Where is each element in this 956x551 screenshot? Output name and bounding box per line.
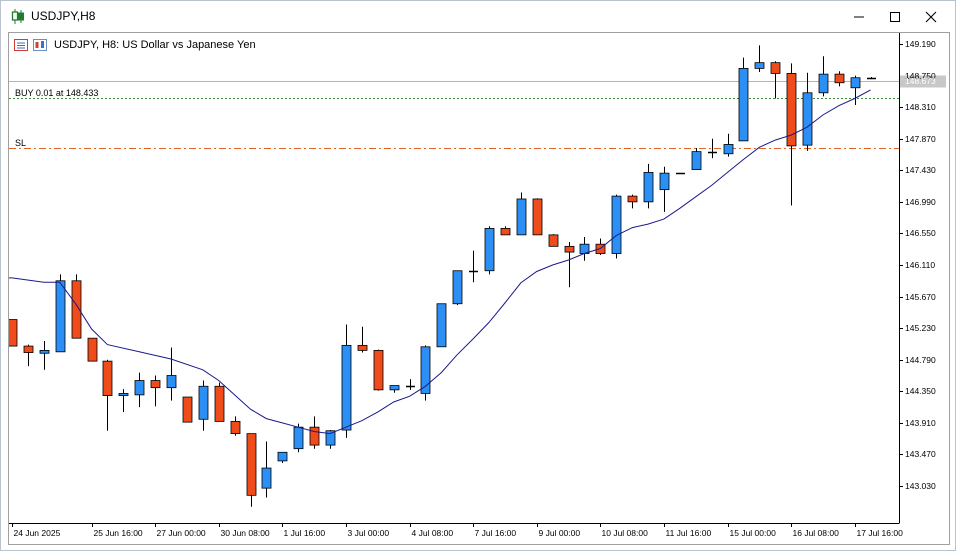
candle-bearish bbox=[23, 345, 34, 353]
candle-bearish bbox=[182, 396, 193, 423]
candle-bullish bbox=[452, 270, 463, 305]
candle-bullish bbox=[738, 67, 749, 142]
candle-bullish bbox=[723, 144, 734, 155]
candle-bearish bbox=[357, 344, 368, 351]
candle-bullish bbox=[818, 73, 829, 94]
symbol-properties-icon[interactable] bbox=[33, 39, 47, 51]
price-tick-label: 146.990 bbox=[905, 196, 936, 207]
price-tick-label: 143.470 bbox=[905, 448, 936, 459]
price-tick-label: 146.110 bbox=[905, 259, 936, 270]
candle-bullish bbox=[389, 385, 400, 391]
window-title: USDJPY,H8 bbox=[31, 9, 96, 23]
candle-bullish bbox=[166, 375, 177, 389]
maximize-icon bbox=[890, 11, 900, 22]
time-tick-label: 16 Jul 08:00 bbox=[792, 528, 839, 538]
time-tick-label: 9 Jul 00:00 bbox=[538, 528, 581, 538]
price-chart[interactable] bbox=[9, 33, 949, 544]
candle-bearish bbox=[500, 228, 511, 236]
time-tick-label: 3 Jul 00:00 bbox=[347, 528, 390, 538]
candle-bearish bbox=[834, 73, 845, 84]
minimize-button[interactable] bbox=[841, 1, 877, 32]
candle-bearish bbox=[214, 385, 225, 422]
close-icon bbox=[925, 11, 937, 22]
candle-bullish bbox=[261, 467, 272, 489]
candle-bullish bbox=[293, 426, 304, 450]
candle-bearish bbox=[9, 319, 18, 347]
candle-bullish bbox=[850, 77, 861, 89]
candle-bearish bbox=[309, 426, 320, 446]
time-tick-label: 15 Jul 00:00 bbox=[729, 528, 776, 538]
candle-bullish bbox=[659, 172, 670, 191]
price-tick-label: 147.870 bbox=[905, 133, 936, 144]
price-tick-label: 143.030 bbox=[905, 480, 936, 491]
terminal-window: USDJPY,H8 USDJPY, H8: US Dollar vs Japan… bbox=[0, 0, 956, 551]
candle-bullish bbox=[691, 151, 702, 170]
candle-bearish bbox=[102, 360, 113, 396]
candle-bearish bbox=[230, 421, 241, 435]
chart-area[interactable]: USDJPY, H8: US Dollar vs Japanese Yen BU… bbox=[8, 32, 950, 545]
price-tick-label: 148.310 bbox=[905, 101, 936, 112]
price-tick-label: 146.550 bbox=[905, 227, 936, 238]
minimize-icon bbox=[854, 16, 864, 17]
title-bar[interactable]: USDJPY,H8 bbox=[1, 1, 955, 32]
candle-bullish bbox=[436, 303, 447, 348]
time-tick-label: 30 Jun 08:00 bbox=[220, 528, 270, 538]
one-click-trading-icon[interactable] bbox=[14, 39, 28, 51]
candle-bullish bbox=[198, 385, 209, 420]
time-tick-label: 24 Jun 2025 bbox=[13, 528, 61, 538]
price-tick-label: 145.230 bbox=[905, 322, 936, 333]
price-tick-label: 149.190 bbox=[905, 38, 936, 49]
candle-bullish bbox=[611, 195, 622, 254]
candle-bullish bbox=[341, 344, 352, 431]
candle-bearish bbox=[87, 337, 98, 362]
candle-bearish bbox=[373, 349, 384, 391]
candle-bullish bbox=[643, 172, 654, 203]
price-tick-label: 143.910 bbox=[905, 417, 936, 428]
candlestick-app-icon bbox=[11, 9, 24, 24]
candle-bearish bbox=[150, 380, 161, 389]
time-tick-label: 7 Jul 16:00 bbox=[474, 528, 517, 538]
price-tick-label: 144.790 bbox=[905, 354, 936, 365]
stop-loss-label: SL bbox=[15, 138, 27, 148]
candle-bullish bbox=[277, 451, 288, 462]
candle-bearish bbox=[770, 62, 781, 74]
candle-bearish bbox=[246, 433, 257, 496]
candle-bullish bbox=[55, 280, 66, 353]
candle-bullish bbox=[802, 92, 813, 146]
buy-order-label: BUY 0.01 at 148.433 bbox=[15, 88, 99, 98]
time-tick-label: 25 Jun 16:00 bbox=[93, 528, 143, 538]
price-tick-label: 144.350 bbox=[905, 385, 936, 396]
time-tick-label: 4 Jul 08:00 bbox=[411, 528, 454, 538]
candle-bullish bbox=[754, 62, 765, 69]
price-tick-label: 147.430 bbox=[905, 164, 936, 175]
close-button[interactable] bbox=[913, 1, 949, 32]
time-tick-label: 27 Jun 00:00 bbox=[156, 528, 206, 538]
candle-bullish bbox=[118, 393, 129, 396]
time-tick-label: 1 Jul 16:00 bbox=[283, 528, 326, 538]
candle-bearish bbox=[627, 195, 638, 203]
time-tick-label: 11 Jul 16:00 bbox=[665, 528, 712, 538]
candle-bearish bbox=[564, 245, 575, 253]
time-tick-label: 10 Jul 08:00 bbox=[601, 528, 648, 538]
maximize-button[interactable] bbox=[877, 1, 913, 32]
candle-bullish bbox=[484, 228, 495, 272]
candle-bullish bbox=[134, 380, 145, 396]
price-tick-label: 145.670 bbox=[905, 291, 936, 302]
candle-bearish bbox=[532, 198, 543, 236]
candle-bullish bbox=[516, 198, 527, 236]
candle-bullish bbox=[39, 349, 50, 354]
candle-bearish bbox=[548, 234, 559, 247]
time-tick-label: 17 Jul 16:00 bbox=[856, 528, 903, 538]
chart-symbol-description: USDJPY, H8: US Dollar vs Japanese Yen bbox=[54, 39, 256, 51]
bid-price-tag-label: 148.673 bbox=[905, 75, 936, 86]
chart-header: USDJPY, H8: US Dollar vs Japanese Yen bbox=[14, 38, 256, 52]
